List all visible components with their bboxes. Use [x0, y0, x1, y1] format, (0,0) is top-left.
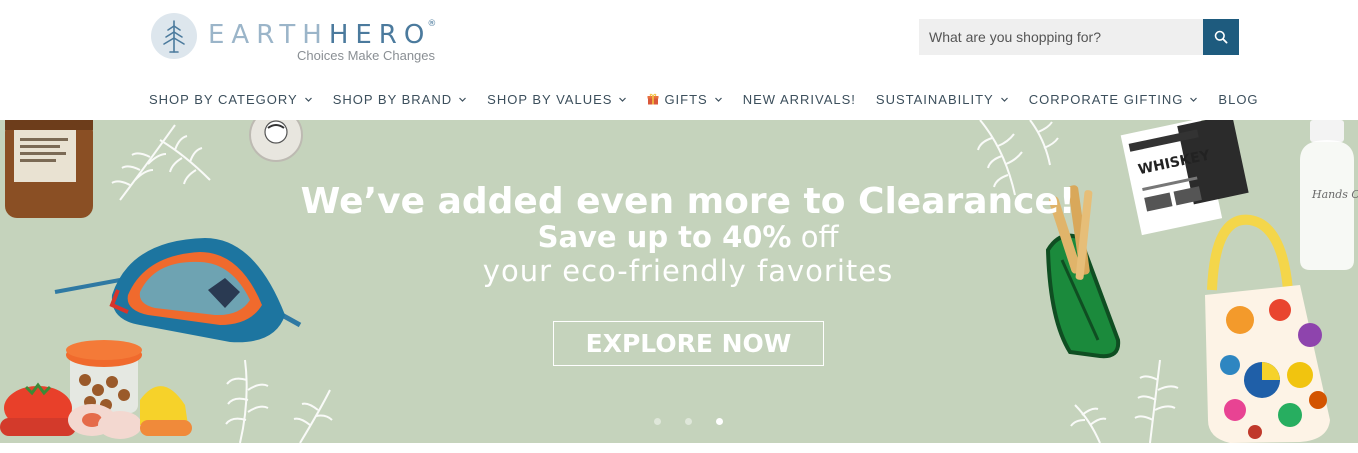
nav-sustainability[interactable]: SUSTAINABILITY [876, 92, 1009, 107]
earthhero-logo[interactable]: EARTHHERO® Choices Make Changes [150, 10, 450, 66]
carousel-dot[interactable] [685, 418, 692, 425]
search-icon [1214, 30, 1228, 44]
carousel-dots [654, 418, 723, 425]
chevron-down-icon [459, 97, 467, 102]
food-container-product [0, 340, 192, 439]
main-nav: SHOP BY CATEGORY SHOP BY BRAND SHOP BY V… [149, 90, 1259, 108]
nav-label: GIFTS [664, 91, 708, 107]
explore-now-button[interactable]: EXPLORE NOW [553, 321, 824, 366]
chevron-down-icon [1190, 97, 1198, 102]
search-bar [919, 19, 1239, 55]
portrait-jar-product [249, 120, 303, 162]
chevron-down-icon [304, 97, 312, 102]
hero-banner[interactable]: WHISKEY Hands On Deck [0, 120, 1358, 443]
nav-label: SHOP BY VALUES [487, 91, 613, 107]
nav-label: BLOG [1218, 91, 1259, 107]
nav-gifts[interactable]: GIFTS [647, 92, 722, 107]
hero-discount-suffix: off [791, 220, 839, 254]
nav-shop-by-category[interactable]: SHOP BY CATEGORY [149, 92, 313, 107]
hero-discount: Save up to 40% off [0, 220, 1358, 254]
tree-icon [151, 13, 197, 59]
gift-icon [647, 93, 659, 105]
nav-label: SHOP BY CATEGORY [149, 91, 298, 107]
nav-label: NEW ARRIVALS! [742, 91, 856, 107]
nav-label: CORPORATE GIFTING [1028, 91, 1184, 107]
nav-shop-by-values[interactable]: SHOP BY VALUES [487, 92, 627, 107]
chevron-down-icon [619, 97, 627, 102]
logo-wordmark: EARTHHERO® [208, 19, 437, 50]
nav-label: SHOP BY BRAND [332, 91, 453, 107]
logo-tagline: Choices Make Changes [297, 48, 436, 63]
nav-shop-by-brand[interactable]: SHOP BY BRAND [333, 92, 467, 107]
nav-corporate-gifting[interactable]: CORPORATE GIFTING [1029, 92, 1199, 107]
hero-headline: We’ve added even more to Clearance! [300, 181, 1076, 222]
carousel-dot-active[interactable] [716, 418, 723, 425]
nav-label: SUSTAINABILITY [875, 91, 994, 107]
carousel-dot[interactable] [654, 418, 661, 425]
search-input[interactable] [919, 19, 1203, 55]
chevron-down-icon [714, 97, 722, 102]
nav-blog[interactable]: BLOG [1218, 92, 1258, 107]
site-header: EARTHHERO® Choices Make Changes SHOP BY … [0, 0, 1358, 120]
hero-subheadline: your eco-friendly favorites [482, 254, 894, 288]
search-button[interactable] [1203, 19, 1239, 55]
nav-new-arrivals[interactable]: NEW ARRIVALS! [743, 92, 856, 107]
hero-discount-amount: Save up to 40% [537, 220, 792, 254]
chevron-down-icon [1000, 97, 1008, 102]
